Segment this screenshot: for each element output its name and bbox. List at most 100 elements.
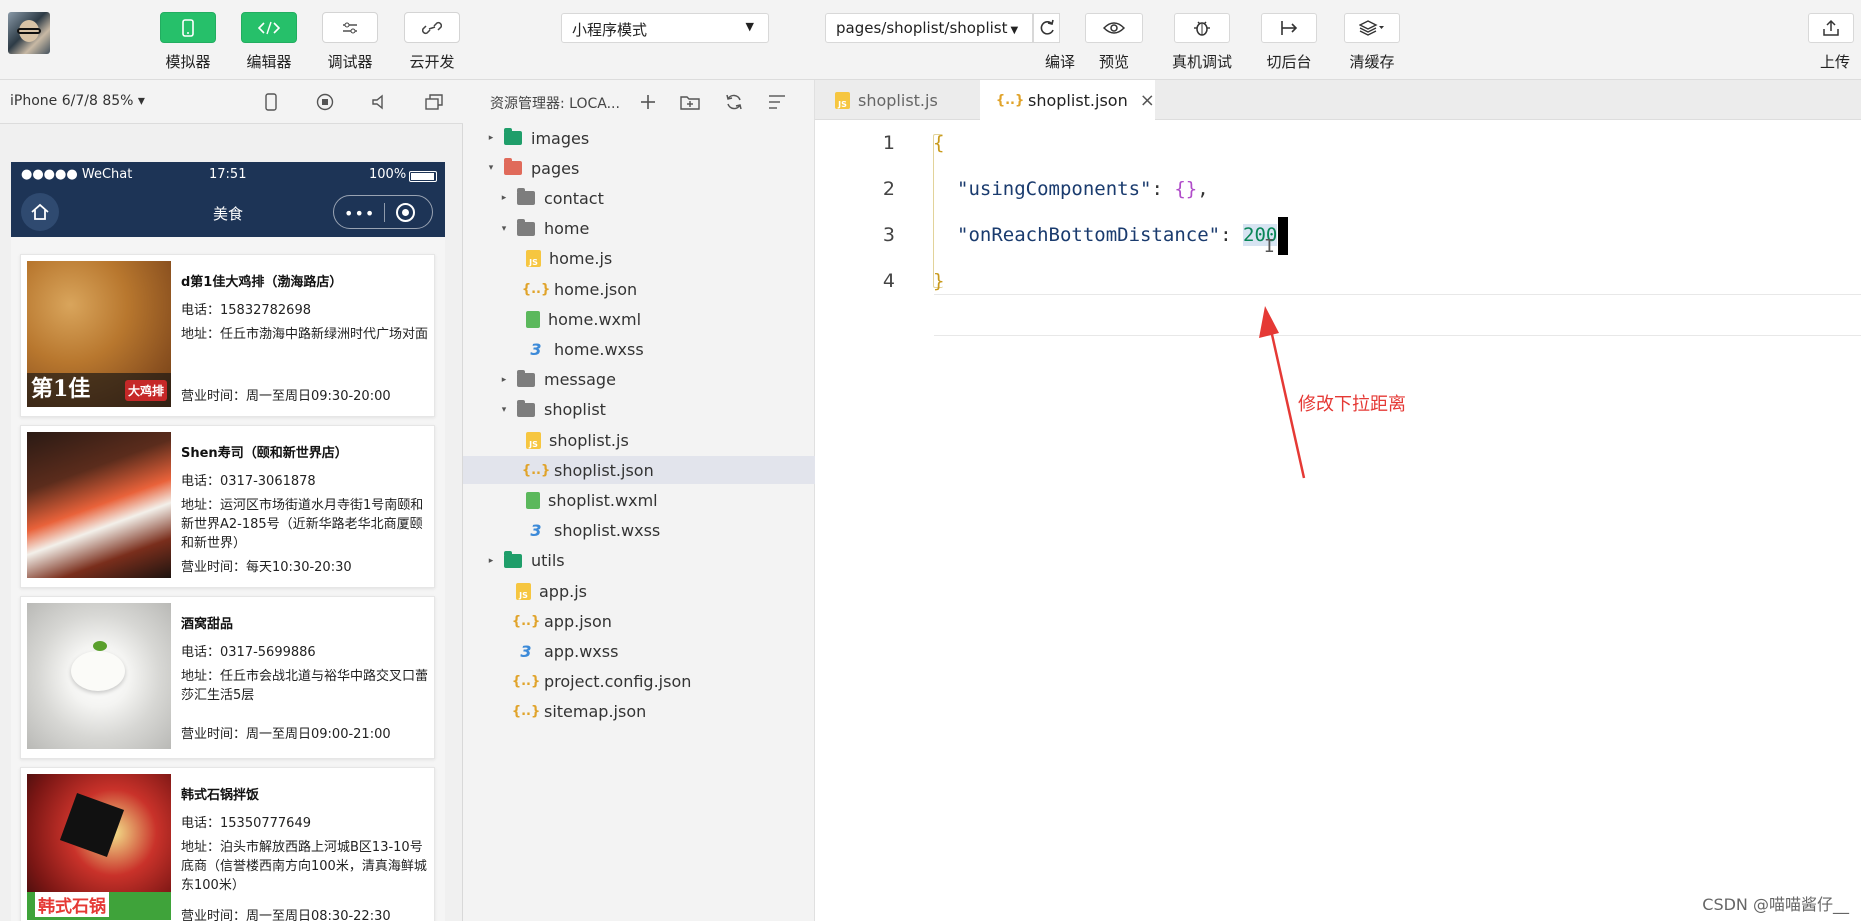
close-tab-icon[interactable]: × — [1140, 90, 1155, 111]
tree-item-pages[interactable]: ▾ pages — [463, 154, 815, 182]
editor-label: 编辑器 — [246, 53, 292, 71]
simulator-toggle-button[interactable] — [160, 12, 216, 43]
menu-capsule[interactable]: ••• — [333, 195, 433, 229]
detach-window-icon[interactable] — [423, 91, 445, 113]
record-icon[interactable] — [314, 91, 336, 113]
cloud-dev-label: 云开发 — [409, 53, 455, 71]
tree-item-home-js[interactable]: JS home.js — [463, 245, 815, 273]
tree-item-label: app.wxss — [544, 641, 619, 661]
page-path-select[interactable]: pages/shoplist/shoplist ▼ — [825, 13, 1033, 43]
background-button[interactable] — [1261, 13, 1317, 43]
tree-item-shoplist[interactable]: ▾ shoplist — [463, 396, 815, 424]
add-file-icon[interactable] — [637, 91, 659, 113]
tab-label: shoplist.json — [1028, 91, 1128, 110]
shop-phone: 电话：15832782698 — [181, 303, 311, 318]
avatar[interactable] — [8, 12, 50, 54]
code-area[interactable]: 1 2 3 4 { "usingComponents": {}, "onReac… — [815, 120, 1861, 921]
chevron-right-icon[interactable]: ▸ — [498, 375, 510, 385]
wxss-file-icon: 3 — [530, 339, 542, 359]
tree-item-home-json[interactable]: {..} home.json — [463, 275, 815, 303]
shop-name: 酒窝甜品 — [181, 617, 234, 632]
tree-item-message[interactable]: ▸ message — [463, 366, 815, 394]
tree-item-app-json[interactable]: {..} app.json — [463, 607, 815, 635]
explorer-header: 资源管理器: LOCA... — [463, 80, 815, 124]
phone-rotate-icon[interactable] — [260, 91, 282, 113]
tree-item-contact[interactable]: ▸ contact — [463, 184, 815, 212]
compile-button[interactable] — [1033, 13, 1060, 43]
code-line: } — [933, 258, 944, 304]
tree-item-label: message — [544, 370, 616, 390]
tree-item-home-wxml[interactable]: home.wxml — [463, 305, 815, 333]
tree-item-label: app.js — [539, 581, 587, 601]
simulator-toolbar: iPhone 6/7/8 85% ▾ — [0, 80, 463, 124]
close-miniprogram-icon[interactable] — [396, 203, 415, 222]
volume-icon[interactable] — [369, 91, 391, 113]
shop-card[interactable]: 第1佳 大鸡排 d第1佳大鸡排（渤海路店） 电话：15832782698 地址：… — [20, 254, 435, 417]
code-open-brace: { — [933, 132, 945, 154]
chevron-right-icon[interactable]: ▸ — [485, 556, 497, 566]
chevron-right-icon[interactable]: ▸ — [498, 193, 510, 203]
shop-phone: 电话：0317-3061878 — [181, 474, 316, 489]
json-file-icon: {..} — [521, 462, 551, 478]
wxss-file-icon: 3 — [520, 641, 532, 661]
mode-select[interactable]: 小程序模式 ▼ — [561, 13, 769, 43]
tree-item-utils[interactable]: ▸ utils — [463, 547, 815, 575]
add-folder-icon[interactable] — [679, 91, 701, 113]
device-debug-label: 真机调试 — [1171, 53, 1233, 71]
clear-cache-button[interactable] — [1344, 13, 1400, 43]
tree-item-images[interactable]: ▸ images — [463, 124, 815, 152]
code-icon — [258, 21, 280, 34]
tree-item-sitemap-json[interactable]: {..} sitemap.json — [463, 698, 815, 726]
tree-item-label: project.config.json — [544, 672, 692, 692]
code-colon: : — [1220, 224, 1243, 246]
tree-item-shoplist-json[interactable]: {..} shoplist.json — [463, 456, 815, 485]
tree-item-label: images — [531, 128, 590, 148]
refresh-icon[interactable] — [723, 91, 745, 113]
upload-icon — [1823, 19, 1839, 36]
text-cursor — [1278, 216, 1289, 255]
device-select[interactable]: iPhone 6/7/8 85% ▾ — [10, 93, 145, 109]
shop-image: 韩式石锅 — [27, 774, 171, 920]
simulator-label: 模拟器 — [165, 53, 211, 71]
tree-item-shoplist-wxss[interactable]: 3 shoplist.wxss — [463, 517, 815, 545]
debugger-label: 调试器 — [327, 53, 373, 71]
refresh-icon — [1040, 19, 1054, 35]
chevron-down-icon[interactable]: ▾ — [485, 163, 497, 173]
editor-toggle-button[interactable] — [241, 12, 297, 43]
tree-item-label: contact — [544, 188, 604, 208]
chevron-down-icon[interactable]: ▾ — [498, 405, 510, 415]
shop-image — [27, 432, 171, 578]
tree-item-label: shoplist.wxss — [554, 521, 661, 541]
folder-icon — [503, 550, 523, 569]
tree-item-app-js[interactable]: JS app.js — [463, 577, 815, 605]
compile-label: 编译 — [1044, 53, 1076, 71]
tab-shoplist-js[interactable]: JS shoplist.js — [815, 80, 978, 120]
tree-item-shoplist-wxml[interactable]: shoplist.wxml — [463, 486, 815, 514]
upload-button[interactable] — [1808, 13, 1854, 43]
more-icon[interactable]: ••• — [344, 204, 375, 223]
tree-item-shoplist-js[interactable]: JS shoplist.js — [463, 426, 815, 454]
cloud-dev-button[interactable] — [404, 12, 460, 43]
chevron-down-icon[interactable]: ▾ — [498, 224, 510, 234]
shop-card[interactable]: 韩式石锅 韩式石锅拌饭 电话：15350777649 地址：泊头市解放西路上河城… — [20, 767, 435, 921]
collapse-all-icon[interactable] — [766, 91, 788, 113]
device-debug-button[interactable] — [1174, 13, 1230, 43]
shop-name: 韩式石锅拌饭 — [181, 788, 260, 803]
wxss-file-icon: 3 — [530, 521, 542, 541]
shop-phone: 电话：15350777649 — [181, 816, 311, 831]
top-toolbar: 模拟器 编辑器 调试器 云开发 小程序模式 ▼ pages/shoplist/s… — [0, 0, 1861, 80]
tree-item-home-wxss[interactable]: 3 home.wxss — [463, 335, 815, 363]
debugger-toggle-button[interactable] — [322, 12, 378, 43]
chevron-right-icon[interactable]: ▸ — [485, 133, 497, 143]
line-number: 4 — [882, 270, 895, 292]
preview-button[interactable] — [1085, 13, 1143, 43]
shop-image: 第1佳 大鸡排 — [27, 261, 171, 407]
tree-item-home[interactable]: ▾ home — [463, 215, 815, 243]
tree-item-label: home.wxml — [548, 309, 642, 329]
tree-item-label: sitemap.json — [544, 702, 647, 722]
tree-item-app-wxss[interactable]: 3 app.wxss — [463, 637, 815, 665]
shop-card[interactable]: 酒窝甜品 电话：0317-5699886 地址：任丘市会战北道与裕华中路交叉口蕾… — [20, 596, 435, 759]
shop-card[interactable]: Shen寿司（颐和新世界店） 电话：0317-3061878 地址：运河区市场街… — [20, 425, 435, 588]
tab-shoplist-json[interactable]: {..} shoplist.json × — [980, 80, 1155, 121]
tree-item-project-config-json[interactable]: {..} project.config.json — [463, 668, 815, 696]
